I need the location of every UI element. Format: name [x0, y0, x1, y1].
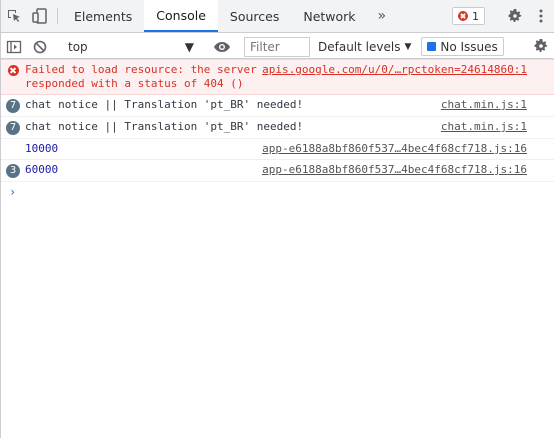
- show-sidebar-icon[interactable]: [1, 39, 27, 55]
- log-levels-dropdown[interactable]: Default levels ▼: [318, 40, 411, 54]
- console-toolbar: top ▼ Default levels ▼ No Issues: [1, 35, 554, 59]
- devtools-tabbar: Elements Console Sources Network » 1: [1, 0, 554, 33]
- error-icon: [458, 11, 468, 21]
- message-source-link[interactable]: app-e6188a8bf860f537…4bec4f68cf718.js:16: [262, 163, 527, 177]
- error-count-badge[interactable]: 1: [452, 7, 485, 25]
- console-prompt[interactable]: ›: [1, 182, 554, 202]
- repeat-count-badge: 3: [6, 164, 20, 178]
- message-source-link[interactable]: apis.google.com/u/0/…rpctoken=24614860:1: [262, 63, 527, 91]
- message-source-link[interactable]: app-e6188a8bf860f537…4bec4f68cf718.js:16: [262, 142, 527, 156]
- toolbar-divider: [57, 8, 58, 24]
- tab-console[interactable]: Console: [144, 0, 218, 32]
- prompt-chevron-icon: ›: [9, 185, 17, 199]
- device-toolbar-icon[interactable]: [27, 0, 53, 32]
- console-error-message[interactable]: Failed to load resource: the server resp…: [1, 59, 554, 95]
- repeat-count-badge: 7: [6, 99, 20, 113]
- console-log-message[interactable]: 7 chat notice || Translation 'pt_BR' nee…: [1, 117, 554, 139]
- settings-gear-icon[interactable]: [502, 8, 528, 24]
- more-tabs-button[interactable]: »: [368, 0, 397, 32]
- inspect-element-icon[interactable]: [1, 0, 27, 32]
- console-log-message[interactable]: 10000 app-e6188a8bf860f537…4bec4f68cf718…: [1, 139, 554, 160]
- live-expression-eye-icon[interactable]: [209, 39, 235, 55]
- issues-button[interactable]: No Issues: [421, 37, 504, 56]
- clear-console-icon[interactable]: [27, 39, 53, 55]
- message-source-link[interactable]: chat.min.js:1: [441, 120, 527, 134]
- issues-flag-icon: [427, 42, 437, 51]
- filter-input[interactable]: [244, 36, 310, 57]
- js-context-select[interactable]: top ▼: [62, 37, 200, 57]
- message-source-link[interactable]: chat.min.js:1: [441, 98, 527, 112]
- issues-label: No Issues: [440, 39, 498, 54]
- console-log-message[interactable]: 3 60000 app-e6188a8bf860f537…4bec4f68cf7…: [1, 160, 554, 182]
- more-options-icon[interactable]: [528, 8, 554, 24]
- tab-network[interactable]: Network: [291, 0, 367, 32]
- message-text: Failed to load resource: the server resp…: [25, 63, 257, 90]
- tab-elements[interactable]: Elements: [62, 0, 144, 32]
- console-settings-gear-icon[interactable]: [528, 38, 554, 54]
- error-icon: [7, 65, 19, 76]
- log-levels-label: Default levels: [318, 39, 401, 54]
- dropdown-triangle-icon: ▼: [184, 39, 194, 54]
- js-context-value: top: [68, 39, 88, 54]
- repeat-count-badge: 7: [6, 121, 20, 135]
- error-count: 1: [472, 9, 479, 23]
- dropdown-triangle-icon: ▼: [404, 41, 412, 52]
- console-log-message[interactable]: 7 chat notice || Translation 'pt_BR' nee…: [1, 95, 554, 117]
- console-messages: Failed to load resource: the server resp…: [1, 59, 554, 202]
- tab-sources[interactable]: Sources: [218, 0, 291, 32]
